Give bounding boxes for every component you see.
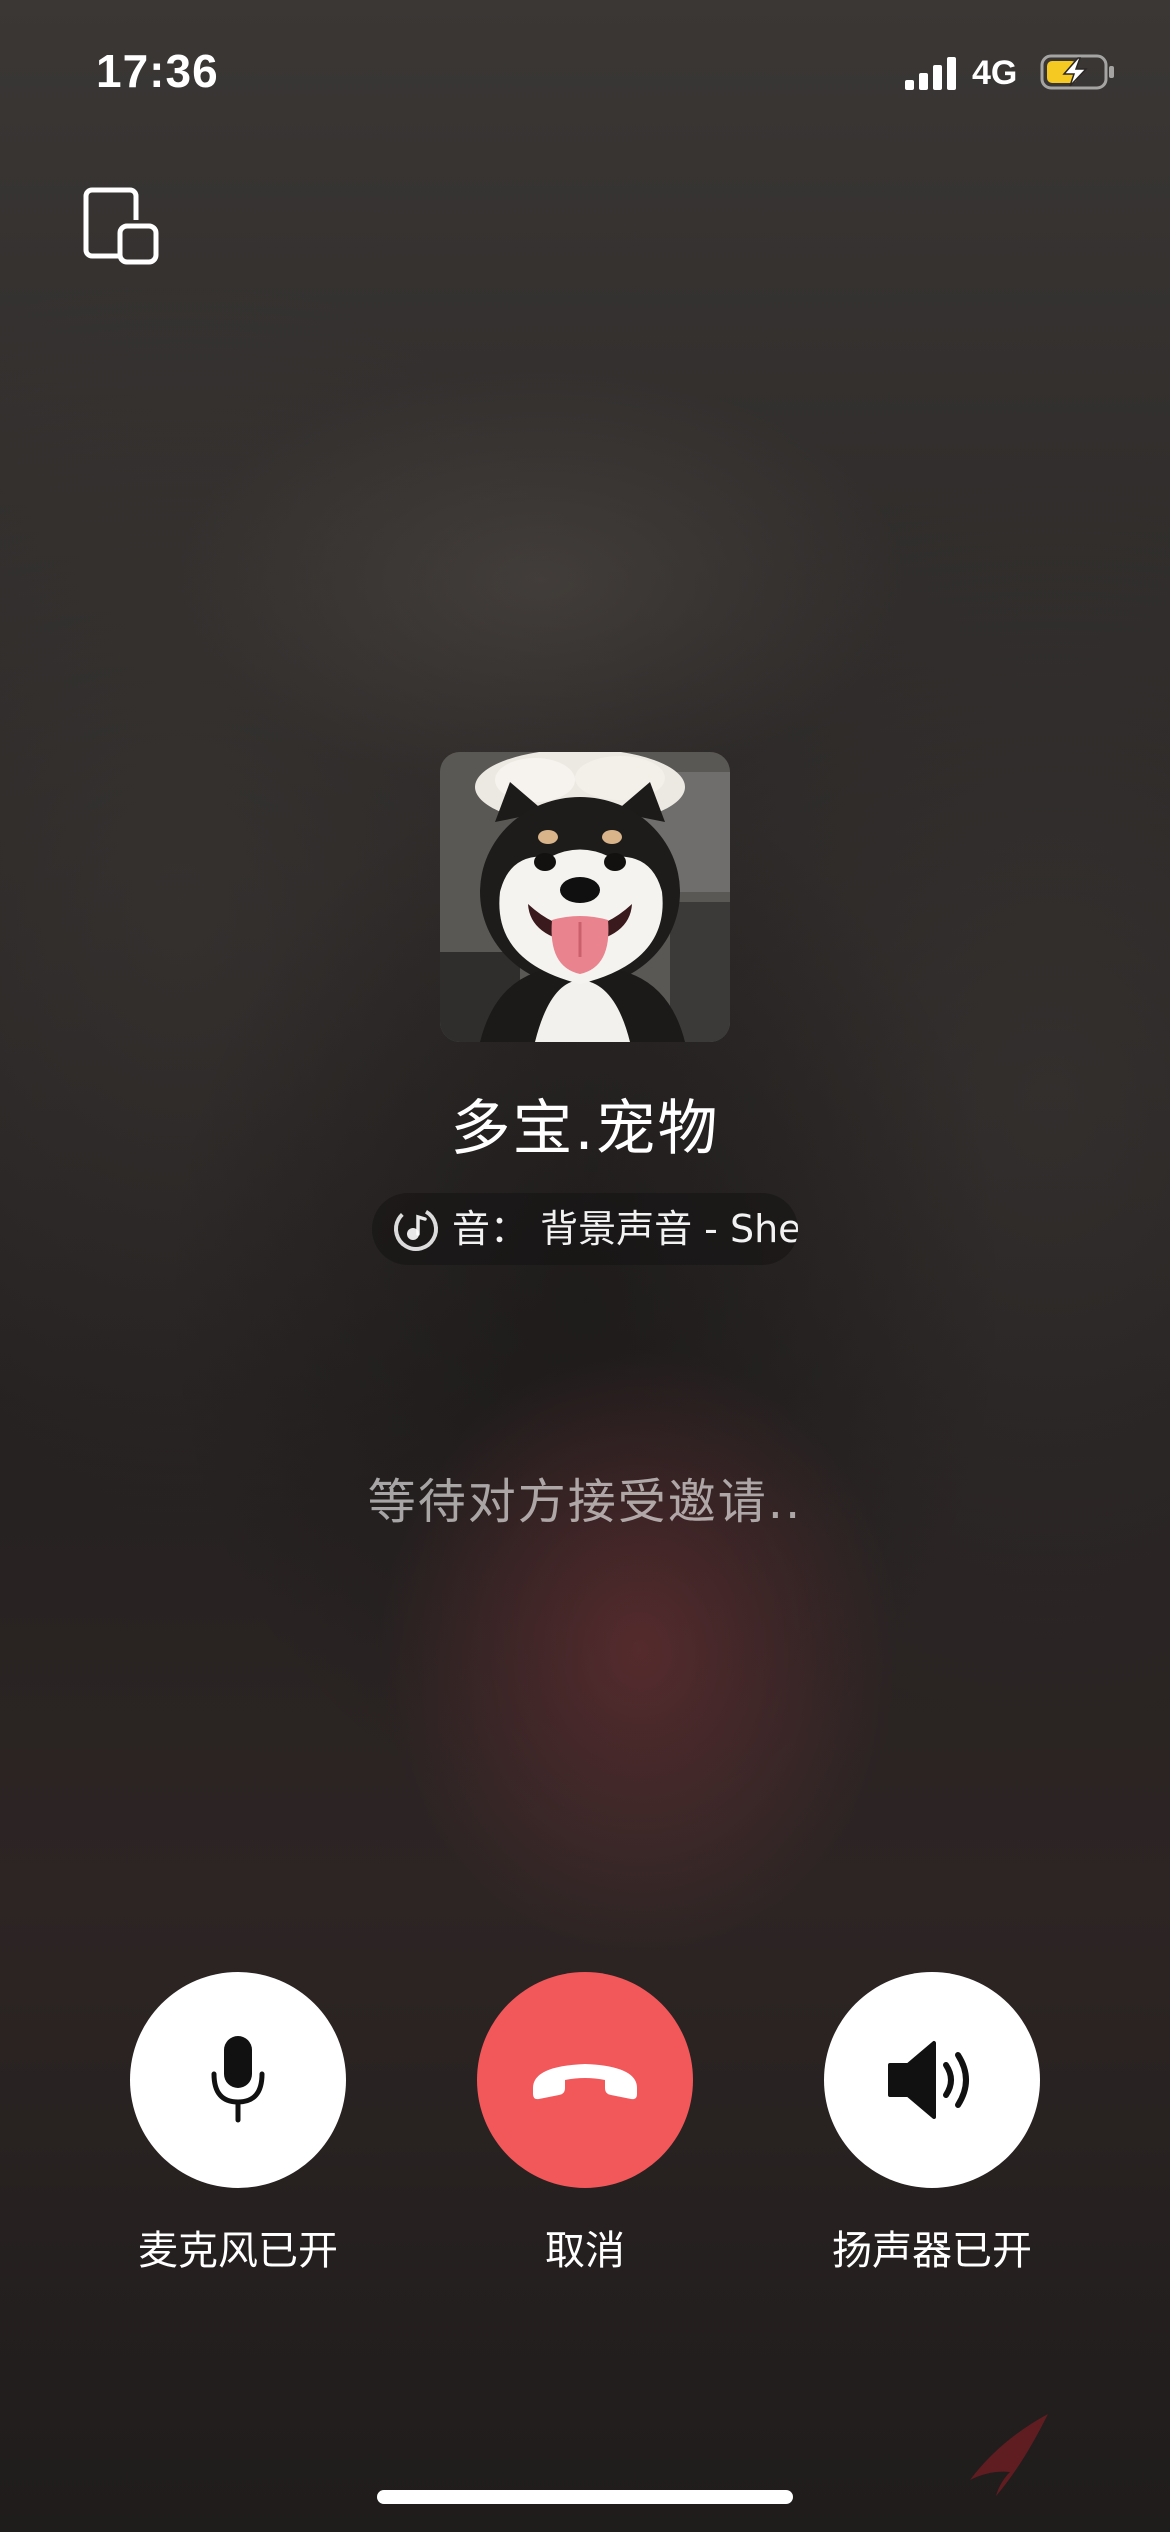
network-type: 4G bbox=[972, 54, 1018, 92]
hang-up-button[interactable] bbox=[477, 1972, 693, 2188]
watermark-logo bbox=[970, 2414, 1048, 2496]
avatar-photo-dog bbox=[440, 752, 730, 1042]
contact-name: 多宝.宠物 bbox=[450, 1094, 720, 1164]
speaker-label: 扬声器已开 bbox=[832, 2228, 1032, 2274]
speaker-icon bbox=[888, 2041, 969, 2119]
speaker-control: 扬声器已开 bbox=[824, 1972, 1040, 2274]
music-marquee-text: 音： 背景声音 - She bbox=[452, 1207, 798, 1251]
status-time: 17:36 bbox=[96, 45, 219, 97]
microphone-label: 麦克风已开 bbox=[138, 2228, 338, 2274]
microphone-control: 麦克风已开 bbox=[130, 1972, 346, 2274]
battery-charging-icon bbox=[1040, 54, 1114, 90]
speaker-button[interactable] bbox=[824, 1972, 1040, 2188]
cancel-control: 取消 bbox=[477, 1972, 693, 2274]
contact-avatar[interactable] bbox=[440, 752, 730, 1042]
hang-up-icon bbox=[533, 2064, 637, 2100]
cancel-label: 取消 bbox=[545, 2228, 625, 2274]
status-bar: 17:36 4G bbox=[0, 0, 1170, 140]
cellular-signal-icon bbox=[905, 57, 956, 90]
floating-window-icon[interactable] bbox=[80, 186, 164, 270]
background-music-pill[interactable]: 音： 背景声音 - She bbox=[372, 1193, 798, 1265]
call-status-text: 等待对方接受邀请.. bbox=[367, 1474, 803, 1530]
microphone-icon bbox=[211, 2036, 265, 2123]
music-note-icon bbox=[394, 1207, 438, 1251]
home-indicator[interactable] bbox=[377, 2490, 793, 2504]
microphone-button[interactable] bbox=[130, 1972, 346, 2188]
